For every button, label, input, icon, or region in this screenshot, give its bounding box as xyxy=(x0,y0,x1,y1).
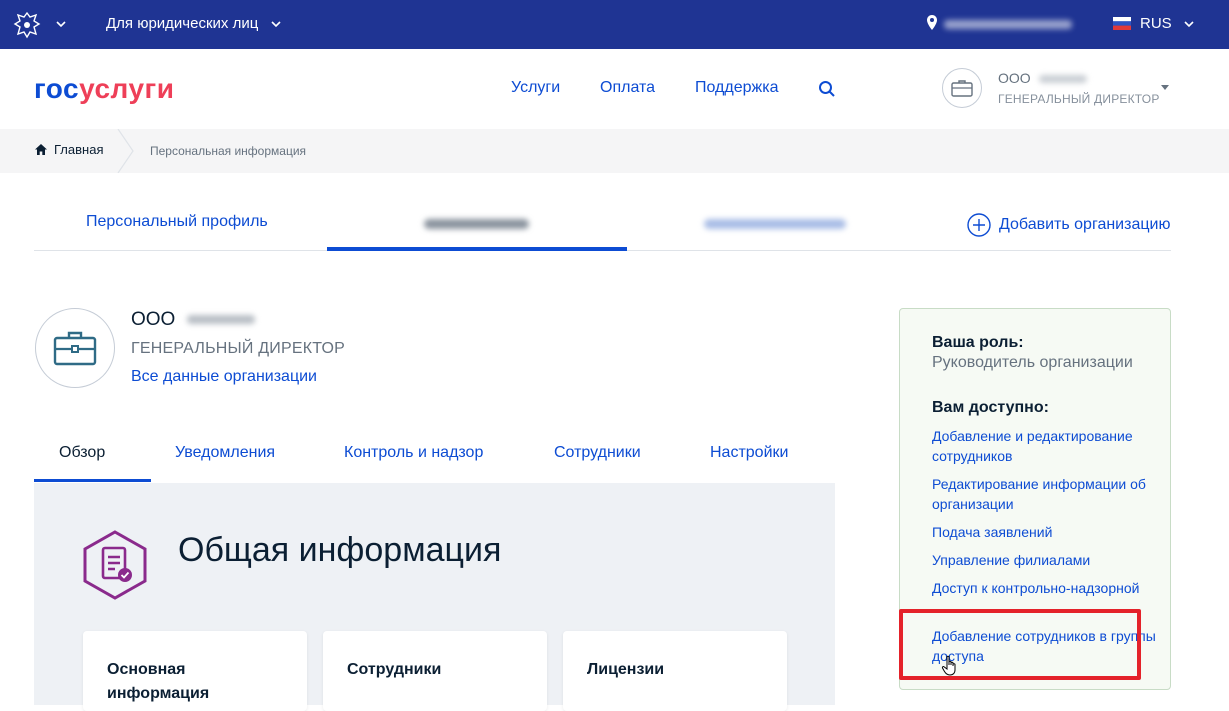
link-control-activity-access[interactable]: Доступ к контрольно-надзорной деятельнос… xyxy=(932,578,1157,605)
card-licenses[interactable]: Лицензии xyxy=(563,631,787,711)
nav-services[interactable]: Услуги xyxy=(511,79,560,97)
link-edit-org-info[interactable]: Редактирование информации об организации xyxy=(932,474,1157,514)
caret-down-icon[interactable] xyxy=(1161,85,1169,90)
tab-organization-blurred[interactable] xyxy=(424,219,529,229)
org-title: ООО xyxy=(131,309,255,331)
site-header: госуслуги Услуги Оплата Поддержка ООО ГЕ… xyxy=(0,49,1229,129)
available-heading: Вам доступно: xyxy=(932,399,1049,416)
card-basic-info[interactable]: Основная информация xyxy=(83,631,307,711)
active-tab-indicator xyxy=(327,247,627,251)
document-check-icon xyxy=(83,530,147,600)
briefcase-icon xyxy=(951,80,973,97)
legal-entities-menu[interactable]: Для юридических лиц xyxy=(106,15,258,32)
tab-second-organization-blurred[interactable] xyxy=(704,219,846,229)
chevron-down-icon[interactable] xyxy=(55,18,67,30)
tab-overview[interactable]: Обзор xyxy=(59,444,105,462)
plus-circle-icon xyxy=(967,213,991,237)
home-icon xyxy=(35,144,47,155)
link-submit-applications[interactable]: Подача заявлений xyxy=(932,522,1157,542)
nav-support[interactable]: Поддержка xyxy=(695,79,778,97)
gosuslugi-logo[interactable]: госуслуги xyxy=(34,73,174,105)
chevron-down-icon[interactable] xyxy=(1183,18,1195,30)
tab-settings[interactable]: Настройки xyxy=(710,444,788,462)
highlight-frame xyxy=(899,609,1141,680)
role-value: Руководитель организации xyxy=(932,354,1133,371)
org-position: ГЕНЕРАЛЬНЫЙ ДИРЕКТОР xyxy=(131,340,346,357)
russian-flag-icon[interactable] xyxy=(1113,17,1131,30)
tab-control-supervision[interactable]: Контроль и надзор xyxy=(344,444,483,462)
tab-personal-profile[interactable]: Персональный профиль xyxy=(86,213,268,231)
search-icon[interactable] xyxy=(818,80,836,98)
link-add-edit-employees[interactable]: Добавление и редактирование сотрудников xyxy=(932,426,1157,466)
breadcrumb-separator xyxy=(117,129,134,173)
org-avatar[interactable] xyxy=(942,68,982,108)
hand-cursor-icon xyxy=(941,655,956,676)
org-title-blurred xyxy=(186,315,255,325)
breadcrumb: Главная Персональная информация xyxy=(0,129,1229,173)
org-name-blurred xyxy=(1038,75,1087,84)
org-section-tabs: Обзор Уведомления Контроль и надзор Сотр… xyxy=(34,430,835,483)
coat-of-arms-icon[interactable] xyxy=(12,10,42,40)
location-pin-icon[interactable] xyxy=(926,14,938,32)
breadcrumb-home[interactable]: Главная xyxy=(34,142,103,157)
panel-title: Общая информация xyxy=(178,531,502,569)
active-tab-indicator xyxy=(34,479,151,482)
header-org-role: ГЕНЕРАЛЬНЫЙ ДИРЕКТОР xyxy=(998,92,1160,106)
location-text-blurred[interactable] xyxy=(944,20,1072,29)
org-logo xyxy=(35,308,115,388)
tab-employees[interactable]: Сотрудники xyxy=(554,444,641,462)
card-employees[interactable]: Сотрудники xyxy=(323,631,547,711)
language-selector[interactable]: RUS xyxy=(1140,15,1172,32)
briefcase-icon xyxy=(53,331,97,366)
profile-tabs: Персональный профиль Добавить организаци… xyxy=(34,195,1171,251)
tab-notifications[interactable]: Уведомления xyxy=(175,444,275,462)
add-organization-button[interactable]: Добавить организацию xyxy=(967,213,1170,237)
chevron-down-icon[interactable] xyxy=(270,18,282,30)
header-org-name[interactable]: ООО xyxy=(998,70,1087,86)
breadcrumb-current: Персональная информация xyxy=(150,144,307,158)
nav-payment[interactable]: Оплата xyxy=(600,79,655,97)
all-org-data-link[interactable]: Все данные организации xyxy=(131,368,317,386)
link-manage-branches[interactable]: Управление филиалами xyxy=(932,550,1157,570)
top-bar: Для юридических лиц RUS xyxy=(0,0,1229,49)
role-heading: Ваша роль: xyxy=(932,334,1024,351)
